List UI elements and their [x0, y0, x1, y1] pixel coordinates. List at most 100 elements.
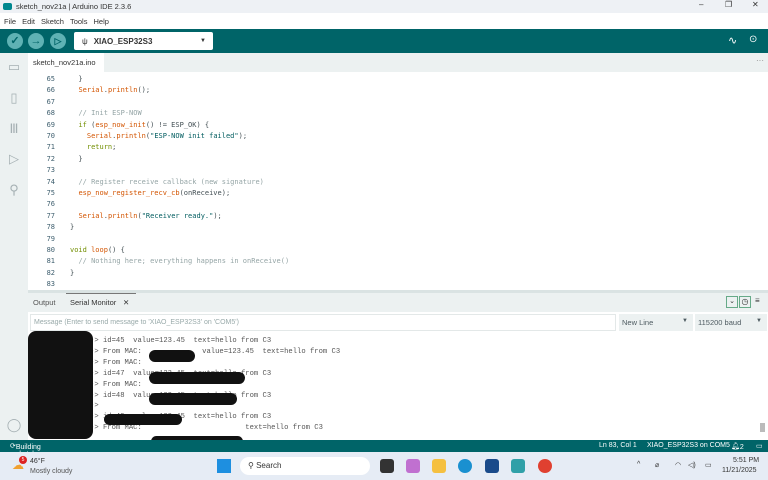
- library-manager-icon[interactable]: Ⅲ: [6, 122, 22, 136]
- close-tab-icon[interactable]: ✕: [123, 298, 129, 307]
- line-number: 72: [46, 154, 55, 163]
- menu-bar: File Edit Sketch Tools Help: [0, 13, 768, 29]
- chevron-down-icon: ▼: [756, 318, 762, 324]
- search-label: Search: [256, 461, 282, 470]
- usb-icon: ψ: [82, 36, 88, 46]
- cursor-position[interactable]: Ln 83, Col 1: [599, 442, 637, 449]
- code-text: // Register receive callback (new signat…: [78, 177, 264, 186]
- toolbar: ✓ → ▷ ψ XIAO_ESP32S3 ▼ ∿ ⊙: [0, 29, 768, 53]
- start-icon[interactable]: [217, 459, 231, 473]
- chrome-icon[interactable]: [538, 459, 552, 473]
- serial-plotter-icon[interactable]: ∿: [728, 34, 737, 47]
- line-number: 67: [46, 97, 55, 106]
- account-icon[interactable]: ◯: [6, 418, 22, 432]
- file-explorer-icon[interactable]: [432, 459, 446, 473]
- code-text: esp_now_register_recv_cb(onReceive);: [78, 189, 231, 197]
- task-view-icon[interactable]: [380, 459, 394, 473]
- serial-line: -> From MAC:: [90, 380, 142, 389]
- close-button[interactable]: ✕: [752, 0, 759, 9]
- line-number: 68: [46, 109, 55, 118]
- notifications[interactable]: 🔔︎ 2: [731, 442, 744, 451]
- weather-desc: Mostly cloudy: [30, 468, 73, 475]
- line-number: 66: [46, 86, 55, 95]
- line-number: 79: [46, 234, 55, 243]
- line-number: 73: [46, 166, 55, 175]
- battery-icon[interactable]: ▭: [705, 461, 712, 469]
- board-port[interactable]: XIAO_ESP32S3 on COM5: [647, 442, 730, 449]
- title-bar: sketch_nov21a | Arduino IDE 2.3.6 – ❐ ✕: [0, 0, 768, 13]
- active-tab-indicator: [66, 293, 136, 294]
- code-text: return;: [86, 143, 117, 152]
- more-icon[interactable]: ···: [756, 56, 764, 65]
- code-text: Serial.println("Receiver ready.");: [78, 211, 222, 220]
- debug-panel-icon[interactable]: ▷: [6, 152, 22, 166]
- menu-sketch[interactable]: Sketch: [41, 17, 64, 26]
- line-number: 75: [46, 189, 55, 197]
- arduino-taskbar-icon[interactable]: [511, 459, 525, 473]
- code-text: if (esp_now_init() != ESP_OK) {: [78, 120, 210, 129]
- autoscroll-icon[interactable]: ⌄: [726, 296, 738, 308]
- line-number: 76: [46, 200, 55, 209]
- arduino-logo-icon: [3, 3, 12, 10]
- menu-file[interactable]: File: [4, 17, 16, 26]
- board-name: XIAO_ESP32S3: [93, 36, 153, 46]
- file-tab[interactable]: sketch_nov21a.ino: [28, 53, 104, 72]
- toggle-panel-icon[interactable]: ▭: [756, 442, 763, 450]
- code-editor[interactable]: 65 } 66 Serial.println(); 67 68 // Init ESP…: [28, 72, 768, 290]
- code-text: void loop() {: [70, 246, 125, 254]
- taskbar: ☁ 5 46°F Mostly cloudy ⚲ Search ^ ⌀ ◠ ◁)…: [0, 452, 768, 480]
- line-number: 78: [46, 223, 55, 232]
- baud-rate-select[interactable]: 115200 baud ▼: [695, 314, 767, 331]
- clock-date[interactable]: 11/21/2025: [722, 467, 757, 474]
- wifi-icon[interactable]: ◠: [675, 461, 681, 469]
- serial-output: -> id=45 value=123.45 text=hello from C3…: [28, 331, 768, 447]
- timestamp-icon[interactable]: ◷: [739, 296, 751, 308]
- scrollbar-thumb[interactable]: [760, 423, 765, 432]
- board-selector[interactable]: ψ XIAO_ESP32S3 ▼: [74, 32, 213, 50]
- boards-manager-icon[interactable]: ▯: [6, 91, 22, 105]
- search-box[interactable]: ⚲ Search: [240, 457, 370, 475]
- serial-line: -> id=45 value=123.45 text=hello from C3: [90, 337, 272, 345]
- debug-button[interactable]: ▷: [50, 33, 66, 49]
- volume-icon[interactable]: ◁): [688, 461, 696, 469]
- menu-tools[interactable]: Tools: [70, 17, 88, 26]
- sketchbook-icon[interactable]: ▭: [6, 60, 22, 74]
- bottom-panel: Output Serial Monitor ✕ ⌄ ◷ ≡ Message (E…: [28, 290, 768, 447]
- maximize-button[interactable]: ❐: [725, 0, 732, 9]
- message-input[interactable]: Message (Enter to send message to 'XIAO_…: [30, 314, 616, 331]
- search-icon[interactable]: ⚲: [6, 183, 22, 197]
- serial-line: -> From MAC: text=hello from C3: [90, 424, 323, 433]
- clear-output-icon[interactable]: ≡: [755, 296, 760, 305]
- chevron-down-icon: ▼: [682, 318, 688, 324]
- store-icon[interactable]: [485, 459, 499, 473]
- arrow-right-icon: →: [30, 35, 42, 47]
- chevron-up-icon[interactable]: ^: [637, 461, 640, 468]
- panel-tabs: Output Serial Monitor ✕ ⌄ ◷ ≡: [28, 293, 768, 312]
- redaction: [149, 350, 195, 362]
- debug-icon: ▷: [54, 36, 62, 46]
- upload-button[interactable]: →: [28, 33, 44, 49]
- edge-icon[interactable]: [458, 459, 472, 473]
- menu-help[interactable]: Help: [93, 17, 108, 26]
- menu-edit[interactable]: Edit: [22, 17, 35, 26]
- verify-button[interactable]: ✓: [7, 33, 23, 49]
- code-text: }: [70, 75, 83, 83]
- redaction: [104, 414, 182, 425]
- tab-serial-monitor[interactable]: Serial Monitor: [70, 298, 116, 307]
- location-icon[interactable]: ⌀: [655, 461, 659, 469]
- weather-badge: 5: [19, 456, 27, 464]
- line-number: 71: [46, 143, 55, 152]
- serial-monitor-icon[interactable]: ⊙: [749, 34, 757, 45]
- line-number: 69: [46, 120, 55, 129]
- line-number: 82: [46, 268, 55, 277]
- chevron-down-icon: ▼: [200, 38, 206, 44]
- tab-output[interactable]: Output: [33, 298, 56, 307]
- check-icon: ✓: [10, 35, 20, 47]
- copilot-icon[interactable]: [406, 459, 420, 473]
- serial-line: -> From MAC: value=123.45 text=hello fro…: [90, 347, 341, 356]
- minimize-button[interactable]: –: [699, 0, 703, 9]
- clock-time[interactable]: 5:51 PM: [733, 457, 759, 464]
- code-text: // Init ESP-NOW: [78, 109, 142, 118]
- line-ending-select[interactable]: New Line ▼: [619, 314, 693, 331]
- weather-temp: 46°F: [30, 458, 45, 465]
